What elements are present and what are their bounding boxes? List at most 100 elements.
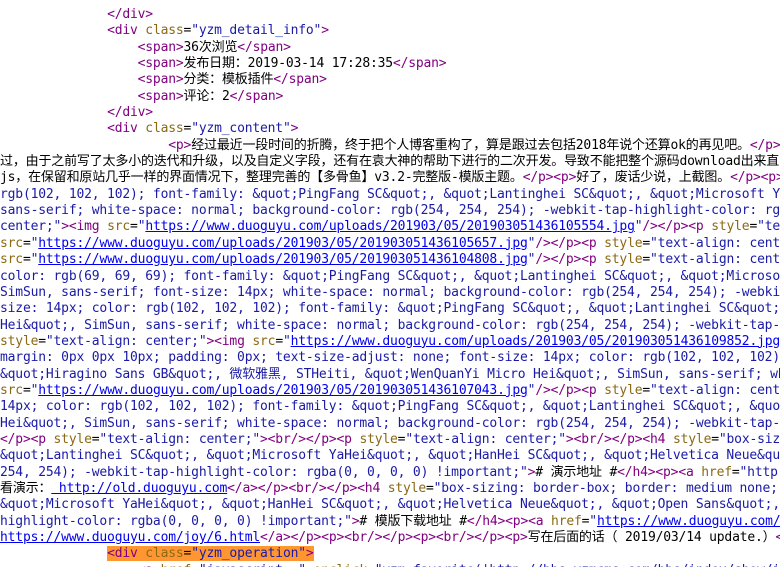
html-tag-token: /></p><p [535, 235, 605, 251]
source-line: margin: 0px 0px 10px; padding: 0px; text… [0, 350, 780, 366]
source-link[interactable]: https://www.duoguyu.com/uploads/201903/0… [291, 334, 780, 349]
text-node-token: # 演示地址 # [535, 464, 618, 480]
text-node-token: 写在后面的话（ 2019/03/14 update.） [527, 530, 776, 545]
html-tag-token: </span> [229, 88, 284, 104]
attribute-name-token: href [701, 464, 732, 480]
source-line: <div class="yzm_detail_info"> [0, 23, 780, 39]
attribute-name-token: style [672, 431, 712, 447]
source-line: <p>经过最近一段时间的折腾，终于把个人博客重构了，算是跟过去包括2018年说个… [0, 138, 780, 154]
attribute-value-token: sans-serif; white-space: normal; backgro… [0, 203, 780, 219]
source-link[interactable]: http://old.duoguyu.com [51, 481, 227, 496]
text-node-token: 分类：模板插件 [183, 72, 274, 88]
html-tag-token: </p><p> [749, 137, 780, 153]
source-line: &quot;Hiragino Sans GB&quot;, 微软雅黑, STHe… [0, 367, 780, 383]
source-line: style="text-align: center;"><img src="ht… [0, 334, 780, 350]
operator-token: = [642, 252, 651, 268]
attribute-name-token: style [711, 219, 750, 235]
attribute-value-token: "yzm_detail_info" [191, 23, 322, 39]
attribute-value-token: "text-align: center;" [650, 252, 780, 268]
attribute-name-token: class [145, 121, 184, 137]
source-line: </div> [0, 7, 780, 23]
attribute-name-token: href [551, 513, 582, 529]
attribute-name-token: class [145, 546, 184, 562]
source-line: <span>分类：模板插件</span> [0, 72, 780, 88]
operator-token: = [711, 431, 719, 447]
operator-token: = [642, 382, 651, 398]
attribute-name-token: style [604, 382, 643, 398]
text-node-token: 评论：2 [183, 88, 230, 104]
view-source-code-pane[interactable]: </div> <div class="yzm_detail_info"> <sp… [0, 0, 780, 567]
text-node-token: 经过最近一段时间的折腾，终于把个人博客重构了，算是跟过去包括2018年说个还算o… [191, 137, 750, 153]
attribute-value-token: size: 14px; color: rgb(102, 102, 102); f… [0, 301, 780, 317]
source-line: https://www.duoguyu.com/joy/6.html</a></… [0, 530, 780, 546]
attribute-value-token: "yzm_favorite('http://bbs.yzmcms.com/bbs… [375, 563, 780, 567]
attribute-value-token: "yzm_operation" [191, 546, 306, 562]
source-link[interactable]: https://www.duoguyu.com/uploads/201903/0… [38, 252, 528, 267]
attribute-name-token: style [53, 431, 92, 447]
attribute-value-token: "yzm_content" [191, 121, 291, 137]
source-line: &quot;Lantinghei SC&quot;, &quot;Microso… [0, 448, 780, 464]
source-line: src="https://www.duoguyu.com/uploads/201… [0, 236, 780, 252]
source-link[interactable]: https://www.duoguyu.com/uploads/201903/0… [145, 219, 635, 234]
attribute-value-token: "text-align: center;" [99, 431, 261, 447]
attribute-value-token: 254, 254); -webkit-tap-highlight-color: … [0, 464, 528, 480]
html-tag-token: </p><p>< [730, 170, 780, 186]
source-line: center;"><img src="https://www.duoguyu.c… [0, 219, 780, 235]
source-line: </p><p style="text-align: center;"><br/>… [0, 432, 780, 448]
attribute-value-token: " [589, 513, 597, 529]
html-tag-token: </span> [237, 39, 291, 55]
attribute-name-token: src [0, 252, 23, 268]
operator-token: = [275, 333, 283, 349]
source-link[interactable]: https://www.duoguyu.com/joy/6.html [597, 514, 780, 529]
attribute-value-token: "http://old.duoguyu.c [739, 464, 780, 480]
attribute-name-token: style [0, 333, 39, 349]
html-tag-token: </a></p><p><br/></p><p><br/></p><p> [260, 530, 528, 545]
source-line: </div> [0, 105, 780, 121]
attribute-name-token: class [145, 23, 184, 39]
source-line-highlighted: <div class="yzm_operation"> [0, 546, 780, 562]
attribute-name-token: src [252, 333, 276, 349]
attribute-value-token: &quot;Microsoft YaHei&quot;, &quot;HanHe… [0, 497, 780, 513]
operator-token: = [22, 252, 31, 268]
source-line: sans-serif; white-space: normal; backgro… [0, 203, 780, 219]
html-tag-token: /></p><p [535, 382, 605, 398]
html-tag-token: </span> [273, 72, 327, 88]
html-tag-token: <p> [168, 137, 192, 153]
operator-token: = [191, 563, 199, 567]
text-node-token: 36次浏览 [183, 39, 238, 55]
source-link[interactable]: https://www.duoguyu.com/joy/6.html [0, 530, 260, 545]
text-node-token: 过，由于之前写了太多小的迭代和升级，以及自定义字段，还有在袁大神的帮助下进行的二… [0, 154, 780, 170]
html-tag-token: ><img [61, 219, 108, 235]
source-line: color: rgb(69, 69, 69); font-family: &qu… [0, 269, 780, 285]
text-node-token: 好了，废话少说，上截图。 [576, 170, 731, 186]
text-node-token: 看演示： [0, 480, 52, 496]
attribute-value-token: 14px; color: rgb(102, 102, 102); font-fa… [0, 399, 780, 415]
source-line: <div class="yzm_content"> [0, 121, 780, 137]
html-tag-token: <span> [137, 72, 184, 88]
text-node-token: 发布日期：2019-03-14 17:28:35 [183, 56, 394, 72]
attribute-value-token: margin: 0px 0px 10px; padding: 0px; text… [0, 350, 780, 366]
html-tag-token: </p><p> [522, 170, 577, 186]
operator-token: = [749, 219, 758, 235]
html-tag-token: <span> [137, 39, 184, 55]
source-link[interactable]: https://www.duoguyu.com/uploads/201903/0… [38, 236, 528, 251]
source-link[interactable]: https://www.duoguyu.com/uploads/201903/0… [38, 383, 528, 398]
attribute-value-token: highlight-color: rgba(0, 0, 0, 0) !impor… [0, 513, 352, 529]
html-tag-token: </span> [392, 56, 447, 72]
html-tag-token: > [305, 546, 314, 562]
source-line: src="https://www.duoguyu.com/uploads/201… [0, 383, 780, 399]
attribute-name-token: style [359, 431, 398, 447]
attribute-name-token: src [0, 382, 23, 398]
attribute-name-token: src [0, 235, 23, 251]
html-tag-token: ><br/></p><h4 [565, 431, 673, 447]
html-tag-token: > [321, 23, 329, 39]
html-tag-token: <div [107, 23, 146, 39]
source-line: rgb(102, 102, 102); font-family: &quot;P… [0, 187, 780, 203]
attribute-value-token: "text-align: center; [757, 219, 780, 235]
